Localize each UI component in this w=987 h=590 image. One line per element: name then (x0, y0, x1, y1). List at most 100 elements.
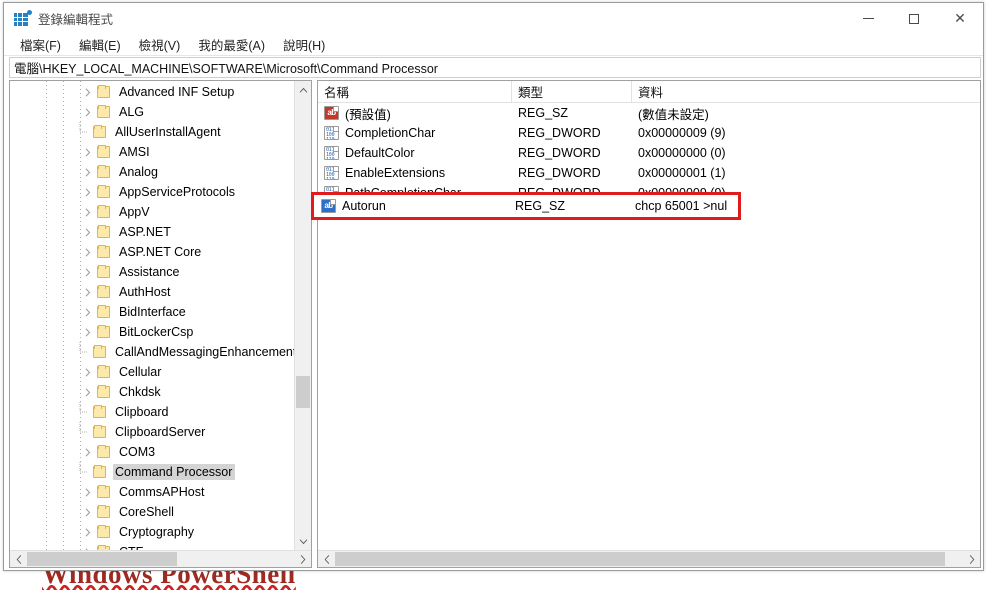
highlighted-value-row[interactable]: ab Autorun REG_SZ chcp 65001 >nul (315, 196, 737, 216)
chevron-right-icon[interactable] (80, 382, 96, 402)
column-header-name[interactable]: 名稱 (318, 81, 512, 102)
tree-leaf-connector (76, 122, 92, 142)
folder-icon (96, 105, 112, 119)
folder-icon (92, 405, 108, 419)
tree-item[interactable]: COM3 (10, 442, 294, 462)
maximize-button[interactable] (891, 3, 937, 34)
tree-item[interactable]: ClipboardServer (10, 422, 294, 442)
value-type: REG_SZ (518, 106, 569, 120)
tree-item[interactable]: Command Processor (10, 462, 294, 482)
folder-icon (92, 125, 108, 139)
tree-item-label: BidInterface (119, 305, 186, 319)
tree-item-label: Cryptography (119, 525, 195, 539)
tree-item[interactable]: Cellular (10, 362, 294, 382)
value-row[interactable]: 011 100 110 EnableExtensions REG_DWORD 0x0000… (318, 163, 980, 183)
value-data: 0x00000009 (9) (638, 126, 726, 140)
chevron-right-icon[interactable] (80, 502, 96, 522)
value-name: (預設值) (345, 107, 391, 122)
chevron-right-icon[interactable] (80, 182, 96, 202)
tree-item[interactable]: Assistance (10, 262, 294, 282)
value-row[interactable]: 011 100 110 CompletionChar REG_DWORD 0x000000… (318, 123, 980, 143)
chevron-right-icon[interactable] (80, 242, 96, 262)
chevron-right-icon[interactable] (80, 82, 96, 102)
chevron-right-icon[interactable] (80, 262, 96, 282)
chevron-right-icon[interactable] (80, 282, 96, 302)
menu-view[interactable]: 檢視(V) (130, 33, 190, 57)
chevron-right-icon[interactable] (80, 522, 96, 542)
value-name-cell: 011 100 110 EnableExtensions (318, 166, 512, 180)
tree-item[interactable]: ALG (10, 102, 294, 122)
tree-item[interactable]: BitLockerCsp (10, 322, 294, 342)
chevron-right-icon[interactable] (80, 302, 96, 322)
value-row[interactable]: 011 100 110 DefaultColor REG_DWORD 0x00000000… (318, 143, 980, 163)
value-type: REG_DWORD (518, 146, 601, 160)
tree-scroll-down-button[interactable] (295, 533, 311, 550)
chevron-right-icon[interactable] (80, 162, 96, 182)
tree-item[interactable]: ASP.NET Core (10, 242, 294, 262)
tree-horizontal-scrollbar[interactable] (10, 550, 311, 567)
tree-item[interactable]: Chkdsk (10, 382, 294, 402)
tree-item[interactable]: CommsAPHost (10, 482, 294, 502)
tree-vertical-scrollbar[interactable] (294, 81, 311, 550)
column-header-data[interactable]: 資料 (632, 81, 980, 102)
tree-item-label: CallAndMessagingEnhancement (115, 345, 294, 359)
highlighted-value-data: chcp 65001 >nul (635, 199, 728, 213)
tree-hscroll-thumb[interactable] (27, 552, 177, 566)
column-header-type[interactable]: 類型 (512, 81, 632, 102)
menu-help[interactable]: 說明(H) (274, 33, 334, 57)
chevron-right-icon[interactable] (80, 442, 96, 462)
tree-item[interactable]: ASP.NET (10, 222, 294, 242)
tree-item[interactable]: AppServiceProtocols (10, 182, 294, 202)
value-row[interactable]: ab (預設值) REG_SZ (數值未設定) (318, 103, 980, 123)
address-bar[interactable]: 電腦\HKEY_LOCAL_MACHINE\SOFTWARE\Microsoft… (9, 57, 981, 78)
chevron-right-icon[interactable] (80, 102, 96, 122)
values-hscroll-left-button[interactable] (318, 551, 335, 567)
chevron-right-icon[interactable] (80, 222, 96, 242)
values-hscroll-right-button[interactable] (963, 551, 980, 567)
folder-icon (96, 245, 112, 259)
tree-item[interactable]: CallAndMessagingEnhancement (10, 342, 294, 362)
close-button[interactable]: ✕ (937, 3, 983, 34)
value-data: 0x00000000 (0) (638, 146, 726, 160)
registry-tree-list[interactable]: Advanced INF Setup ALG AllUserInstallAgent… (10, 81, 294, 550)
tree-scroll-track[interactable] (295, 98, 311, 533)
tree-item[interactable]: Cryptography (10, 522, 294, 542)
values-hscroll-thumb[interactable] (335, 552, 945, 566)
minimize-button[interactable] (845, 3, 891, 34)
tree-item[interactable]: AllUserInstallAgent (10, 122, 294, 142)
value-name: CompletionChar (345, 126, 436, 140)
menu-file[interactable]: 檔案(F) (11, 33, 70, 57)
menu-edit[interactable]: 編輯(E) (70, 33, 130, 57)
dword-value-icon: 011100110 (324, 146, 339, 160)
tree-item[interactable]: CoreShell (10, 502, 294, 522)
tree-item-label: Cellular (119, 365, 162, 379)
menu-favorites[interactable]: 我的最愛(A) (189, 33, 274, 57)
tree-item[interactable]: CTF (10, 542, 294, 550)
tree-item-label: CoreShell (119, 505, 174, 519)
registry-values-pane: 名稱 類型 資料 ab (預設值) REG_SZ (數值未設定) 011 100 110 Co… (317, 80, 981, 568)
chevron-right-icon[interactable] (80, 362, 96, 382)
chevron-right-icon[interactable] (80, 322, 96, 342)
tree-item[interactable]: Analog (10, 162, 294, 182)
tree-item[interactable]: BidInterface (10, 302, 294, 322)
tree-item[interactable]: AMSI (10, 142, 294, 162)
tree-hscroll-right-button[interactable] (294, 551, 311, 567)
tree-scroll-up-button[interactable] (295, 81, 311, 98)
tree-item-label: CommsAPHost (119, 485, 205, 499)
tree-scroll-thumb[interactable] (296, 376, 310, 408)
tree-item[interactable]: Clipboard (10, 402, 294, 422)
values-hscroll-track[interactable] (335, 551, 963, 567)
folder-icon (92, 345, 108, 359)
chevron-right-icon[interactable] (80, 482, 96, 502)
tree-item[interactable]: AuthHost (10, 282, 294, 302)
tree-hscroll-track[interactable] (27, 551, 294, 567)
chevron-right-icon[interactable] (80, 142, 96, 162)
tree-hscroll-left-button[interactable] (10, 551, 27, 567)
values-list[interactable]: ab (預設值) REG_SZ (數值未設定) 011 100 110 CompletionC… (318, 103, 980, 550)
tree-item[interactable]: Advanced INF Setup (10, 82, 294, 102)
folder-icon (96, 305, 112, 319)
tree-item[interactable]: AppV (10, 202, 294, 222)
chevron-right-icon[interactable] (80, 542, 96, 550)
chevron-right-icon[interactable] (80, 202, 96, 222)
values-horizontal-scrollbar[interactable] (318, 550, 980, 567)
